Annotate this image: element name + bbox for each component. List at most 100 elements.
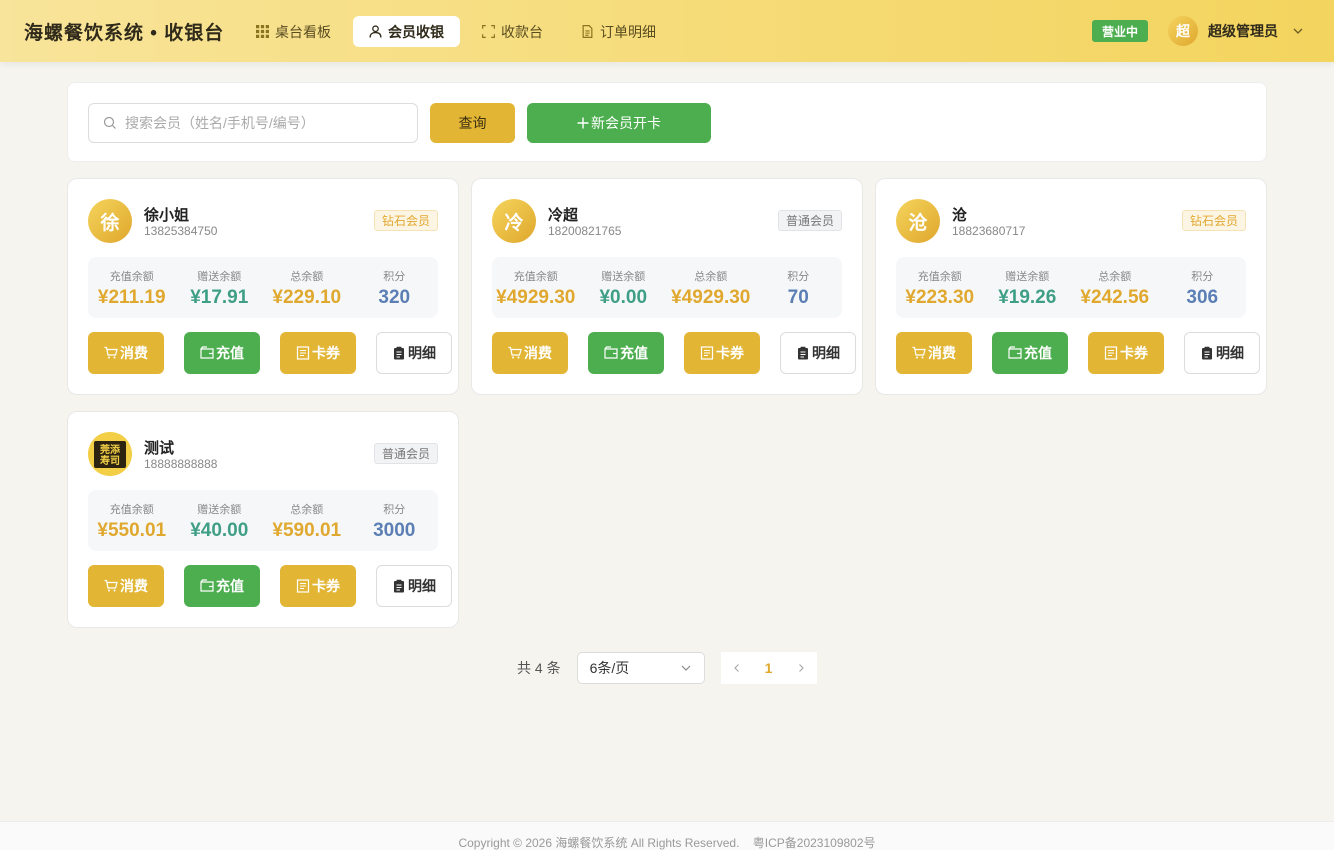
member-level-badge: 钻石会员	[373, 210, 438, 231]
member-level-badge: 钻石会员	[1181, 210, 1246, 231]
member-phone: 18200821765	[548, 224, 622, 238]
stat-recharge-balance: 充值余额 ¥550.01	[88, 490, 176, 551]
recharge-value: ¥4929.30	[496, 287, 576, 308]
coupon-button[interactable]: 卡券	[684, 332, 760, 374]
stat-label: 积分	[1191, 271, 1214, 283]
stat-label: 积分	[383, 504, 406, 516]
next-page-button[interactable]	[784, 652, 817, 684]
nav-tab-order-details[interactable]: 订单明细	[565, 16, 672, 47]
stat-label: 总余额	[290, 504, 324, 516]
query-button[interactable]: 查询	[430, 103, 515, 143]
coupon-label: 卡券	[312, 345, 340, 361]
copyright-text: Copyright © 2026 海螺餐饮系统 All Rights Reser…	[458, 836, 740, 850]
user-menu[interactable]: 超 超级管理员	[1168, 16, 1304, 46]
stat-label: 总余额	[290, 271, 324, 283]
consume-button[interactable]: 消费	[492, 332, 568, 374]
member-card: 沧 沧 18823680717 钻石会员 充值余额 ¥223.30 赠送余额 ¥…	[875, 178, 1267, 395]
consume-label: 消费	[120, 578, 148, 594]
search-box[interactable]	[88, 103, 418, 143]
new-member-button[interactable]: 新会员开卡	[527, 103, 711, 143]
stat-label: 总余额	[694, 271, 728, 283]
detail-label: 明细	[812, 345, 840, 361]
wallet-icon	[1008, 346, 1022, 359]
recharge-label: 充值	[1024, 345, 1052, 361]
recharge-value: ¥550.01	[97, 520, 167, 541]
points-value: 320	[378, 287, 411, 308]
total-value: ¥590.01	[272, 520, 342, 541]
stat-label: 赠送余额	[601, 271, 646, 283]
stat-total-balance: 总余额 ¥4929.30	[667, 257, 755, 318]
document-icon	[582, 25, 593, 38]
detail-button[interactable]: 明细	[1184, 332, 1260, 374]
new-member-label: 新会员开卡	[591, 115, 661, 131]
user-icon	[369, 25, 382, 38]
recharge-button[interactable]: 充值	[588, 332, 664, 374]
clipboard-icon	[394, 579, 404, 593]
consume-button[interactable]: 消费	[88, 565, 164, 607]
consume-label: 消费	[120, 345, 148, 361]
coupon-button[interactable]: 卡券	[280, 565, 356, 607]
stat-total-balance: 总余额 ¥590.01	[263, 490, 351, 551]
clipboard-icon	[1202, 346, 1212, 360]
page-size-select[interactable]: 6条/页	[576, 652, 705, 684]
recharge-button[interactable]: 充值	[992, 332, 1068, 374]
stat-points: 积分 320	[351, 257, 439, 318]
coupon-label: 卡券	[1120, 345, 1148, 361]
cart-icon	[104, 579, 118, 592]
bonus-value: ¥17.91	[190, 287, 249, 308]
card-actions: 消费 充值 卡券 明细	[88, 332, 452, 374]
consume-label: 消费	[928, 345, 956, 361]
coupon-icon	[700, 346, 714, 360]
cart-icon	[912, 346, 926, 359]
recharge-value: ¥223.30	[905, 287, 975, 308]
stat-bonus-balance: 赠送余额 ¥40.00	[176, 490, 264, 551]
coupon-icon	[296, 579, 310, 593]
nav-tab-member-cashier[interactable]: 会员收银	[353, 16, 460, 47]
member-search-input[interactable]	[125, 115, 405, 131]
bonus-value: ¥40.00	[190, 520, 249, 541]
nav-tab-checkout[interactable]: 收款台	[466, 16, 559, 47]
detail-label: 明细	[408, 578, 436, 594]
stat-label: 积分	[383, 271, 406, 283]
consume-label: 消费	[524, 345, 552, 361]
coupon-label: 卡券	[716, 345, 744, 361]
stat-points: 积分 306	[1159, 257, 1247, 318]
recharge-button[interactable]: 充值	[184, 332, 260, 374]
app-title: 海螺餐饮系统 • 收银台	[24, 23, 225, 44]
detail-button[interactable]: 明细	[376, 332, 452, 374]
chevron-down-icon	[1293, 28, 1303, 34]
detail-label: 明细	[1216, 345, 1244, 361]
member-card: 徐 徐小姐 13825384750 钻石会员 充值余额 ¥211.19 赠送余额…	[67, 178, 459, 395]
stat-label: 充值余额	[109, 271, 154, 283]
total-value: ¥229.10	[272, 287, 342, 308]
member-phone: 13825384750	[144, 224, 218, 238]
stat-label: 充值余额	[513, 271, 558, 283]
member-card: 莞添 寿司 测试 18888888888 普通会员 充值余额 ¥550.01 赠送…	[67, 411, 459, 628]
page-number[interactable]: 1	[752, 652, 785, 684]
detail-button[interactable]: 明细	[376, 565, 452, 607]
prev-page-button[interactable]	[720, 652, 753, 684]
bonus-value: ¥0.00	[599, 287, 648, 308]
stat-total-balance: 总余额 ¥242.56	[1071, 257, 1159, 318]
member-phone: 18888888888	[144, 457, 218, 471]
nav-tab-table-board[interactable]: 桌台看板	[240, 16, 347, 47]
icp-link[interactable]: 粤ICP备2023109802号	[753, 836, 876, 850]
stat-bonus-balance: 赠送余额 ¥17.91	[176, 257, 264, 318]
pagination: 共 4 条 6条/页 1	[517, 652, 817, 684]
member-level-badge: 普通会员	[373, 443, 438, 464]
consume-button[interactable]: 消费	[88, 332, 164, 374]
coupon-button[interactable]: 卡券	[280, 332, 356, 374]
member-name: 冷超	[548, 207, 579, 224]
detail-label: 明细	[408, 345, 436, 361]
stat-label: 积分	[787, 271, 810, 283]
consume-button[interactable]: 消费	[896, 332, 972, 374]
nav-tab-label: 收款台	[501, 23, 543, 40]
recharge-button[interactable]: 充值	[184, 565, 260, 607]
stat-total-balance: 总余额 ¥229.10	[263, 257, 351, 318]
coupon-button[interactable]: 卡券	[1088, 332, 1164, 374]
search-panel: 查询 新会员开卡	[67, 82, 1267, 162]
stat-label: 充值余额	[917, 271, 962, 283]
balance-summary: 充值余额 ¥211.19 赠送余额 ¥17.91 总余额 ¥229.10 积分 …	[88, 257, 438, 318]
points-value: 70	[787, 287, 809, 308]
detail-button[interactable]: 明细	[780, 332, 856, 374]
